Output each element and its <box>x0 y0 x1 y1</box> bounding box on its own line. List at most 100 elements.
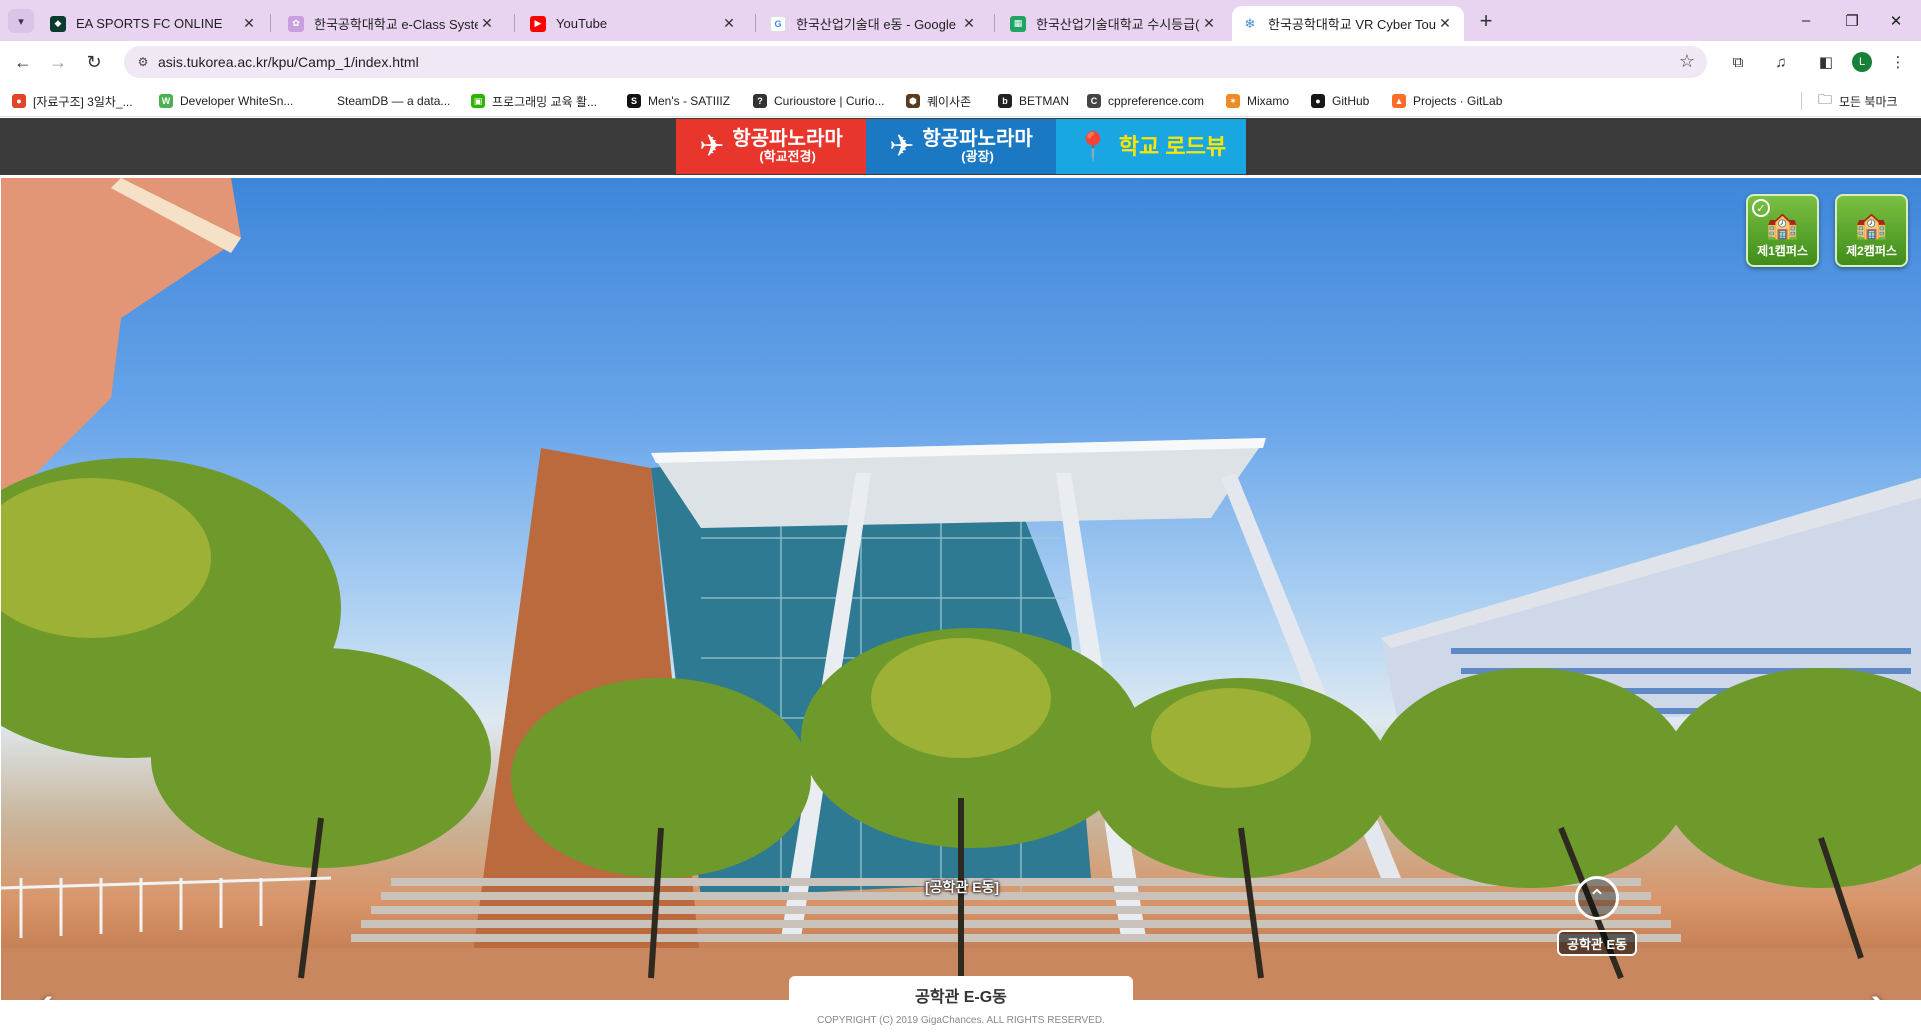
bookmark-favicon-icon: ⬢ <box>906 94 920 108</box>
github-icon: ● <box>1311 94 1325 108</box>
youtube-icon: ▶ <box>530 15 546 32</box>
chevron-left-icon: ‹ <box>36 972 54 1000</box>
menu-sublabel: (광장) <box>961 149 994 165</box>
tab-youtube[interactable]: ▶ YouTube ✕ <box>520 6 748 41</box>
map-pin-icon: 📍 <box>1075 131 1111 162</box>
close-icon[interactable]: ✕ <box>960 15 978 33</box>
tab-title: 한국산업기술대학교 수시등급( <box>1036 17 1200 32</box>
side-panel-icon[interactable]: ◧ <box>1814 50 1838 74</box>
bookmark-label: SteamDB — a data... <box>337 94 451 108</box>
bookmark-item[interactable]: b BETMAN <box>998 92 1069 110</box>
bookmark-item[interactable]: ▲ Projects · GitLab <box>1392 92 1502 110</box>
sheet-icon: ▦ <box>1010 15 1026 32</box>
caption-title: 공학관 E-G동 <box>915 989 1007 1006</box>
tab-title: YouTube <box>556 16 608 31</box>
close-icon[interactable]: ✕ <box>240 15 258 33</box>
star-icon[interactable]: ☆ <box>1679 51 1695 72</box>
bookmark-item[interactable]: Ccppreference.com <box>1087 92 1204 110</box>
plus-icon: + <box>1479 8 1493 33</box>
panorama-viewer[interactable]: ✓ 🏫 제1캠퍼스 🏫 제2캠퍼스 [공학관 E동] ⌃ 공학관 E동 ‹ › … <box>1 178 1921 1000</box>
airplane-icon: ✈ <box>889 130 915 163</box>
bookmark-item[interactable]: ● [자료구조] 3일차_... <box>12 92 133 110</box>
bookmark-favicon-icon: S <box>627 94 641 108</box>
bookmark-item[interactable]: S Men's - SATIIIZ <box>627 92 730 110</box>
bookmark-item[interactable]: ● GitHub <box>1311 92 1369 110</box>
bookmark-favicon-icon: ● <box>12 94 26 108</box>
site-info-icon[interactable]: ⚙ <box>134 53 152 71</box>
page-content: ✈ 항공파노라마 (학교전경) ✈ 항공파노라마 (광장) 📍 학교 로드뷰 ✓… <box>0 118 1921 1033</box>
menu-sublabel: (학교전경) <box>759 149 816 165</box>
menu-icon[interactable]: ⋮ <box>1886 50 1910 74</box>
menu-school-roadview[interactable]: 📍 학교 로드뷰 <box>1056 119 1246 174</box>
bookmark-item[interactable]: W Developer WhiteSn... <box>159 92 293 110</box>
close-icon[interactable]: ✕ <box>1200 15 1218 33</box>
bookmark-label: 퀘이사존 <box>927 94 972 109</box>
tab-eclass[interactable]: ✿ 한국공학대학교 e-Class System ✕ <box>278 6 506 41</box>
check-icon: ✓ <box>1752 199 1770 217</box>
profile-avatar[interactable]: L <box>1852 52 1872 72</box>
building-label: [공학관 E동] <box>925 879 1000 895</box>
all-bookmarks-button[interactable]: 🗀 모든 북마크 <box>1818 91 1898 110</box>
address-bar[interactable]: ⚙ asis.tukorea.ac.kr/kpu/Camp_1/index.ht… <box>124 46 1707 78</box>
tab-title: 한국산업기술대 e동 - Google <box>796 17 956 32</box>
close-icon[interactable]: ✕ <box>720 15 738 33</box>
menu-aerial-panorama-plaza[interactable]: ✈ 항공파노라마 (광장) <box>866 119 1056 174</box>
tab-divider <box>755 14 756 32</box>
campus-2-button[interactable]: 🏫 제2캠퍼스 <box>1835 194 1908 267</box>
bookmark-favicon-icon: ✶ <box>1226 94 1240 108</box>
url-text[interactable]: asis.tukorea.ac.kr/kpu/Camp_1/index.html <box>158 54 419 70</box>
campus-label: 제1캠퍼스 <box>1757 244 1808 258</box>
extensions-icon[interactable]: ⧉ <box>1726 50 1750 74</box>
bookmark-label: Men's - SATIIIZ <box>648 94 731 108</box>
hotspot-button[interactable]: ⌃ <box>1575 876 1619 920</box>
bookmark-label: [자료구조] 3일차_... <box>33 94 133 109</box>
reload-button[interactable]: ↻ <box>80 48 108 76</box>
campus-1-button[interactable]: ✓ 🏫 제1캠퍼스 <box>1746 194 1819 267</box>
bookmark-item[interactable]: ▣ 프로그래밍 교육 활... <box>471 92 597 110</box>
new-tab-button[interactable]: + <box>1472 8 1500 33</box>
next-arrow[interactable]: › <box>1859 973 1899 1000</box>
bookmark-favicon-icon: ▣ <box>471 94 485 108</box>
tab-title: 한국공학대학교 VR Cyber Tour <box>1268 17 1436 32</box>
tab-search-button[interactable]: ▾ <box>8 9 34 33</box>
google-icon: G <box>770 15 786 32</box>
hotspot-label[interactable]: 공학관 E동 <box>1557 930 1638 956</box>
chevron-down-icon: ▾ <box>18 15 24 28</box>
school-building-icon: 🏫 <box>1766 210 1799 240</box>
shield-icon: ◆ <box>50 15 66 32</box>
bookmark-favicon-icon: C <box>1087 94 1101 108</box>
forward-button[interactable]: → <box>44 48 72 76</box>
flower-icon: ✿ <box>288 15 304 32</box>
snowflake-icon: ❄ <box>1242 15 1258 32</box>
bookmark-item[interactable]: SteamDB — a data... <box>316 92 450 110</box>
bookmark-label: BETMAN <box>1019 94 1070 108</box>
prev-arrow[interactable]: ‹ <box>25 973 65 1000</box>
close-icon[interactable]: ✕ <box>478 15 496 33</box>
tab-sheet[interactable]: ▦ 한국산업기술대학교 수시등급( ✕ <box>1000 6 1228 41</box>
tab-divider <box>270 14 271 32</box>
tab-divider <box>994 14 995 32</box>
bookmarks-bar: ● [자료구조] 3일차_... W Developer WhiteSn... St… <box>0 83 1921 117</box>
tab-google[interactable]: G 한국산업기술대 e동 - Google ✕ <box>760 6 988 41</box>
bookmark-label: 프로그래밍 교육 활... <box>492 94 597 109</box>
reload-icon: ↻ <box>86 51 102 72</box>
back-button[interactable]: ← <box>9 48 37 76</box>
media-control-icon[interactable]: ♫ <box>1769 50 1793 74</box>
campus-label: 제2캠퍼스 <box>1846 244 1897 258</box>
bookmark-label: Curioustore | Curio... <box>774 94 885 108</box>
close-icon[interactable]: ✕ <box>1436 15 1454 33</box>
tab-ea-sports[interactable]: ◆ EA SPORTS FC ONLINE ✕ <box>40 6 268 41</box>
bookmark-item[interactable]: ? Curioustore | Curio... <box>753 92 885 110</box>
menu-aerial-panorama-campus[interactable]: ✈ 항공파노라마 (학교전경) <box>676 119 866 174</box>
minimize-icon: – <box>1801 12 1811 29</box>
bookmark-favicon-icon: b <box>998 94 1012 108</box>
bookmark-item[interactable]: ⬢ 퀘이사존 <box>906 92 971 110</box>
browser-toolbar: ← → ↻ ⚙ asis.tukorea.ac.kr/kpu/Camp_1/in… <box>0 41 1921 83</box>
bookmark-favicon-icon: ? <box>753 94 767 108</box>
gitlab-icon: ▲ <box>1392 94 1406 108</box>
close-window-button[interactable]: ✕ <box>1866 0 1921 41</box>
tab-vr-cyber-tour[interactable]: ❄ 한국공학대학교 VR Cyber Tour ✕ <box>1232 6 1464 41</box>
airplane-icon: ✈ <box>699 130 725 163</box>
menu-label: 항공파노라마 <box>922 128 1033 151</box>
bookmark-item[interactable]: ✶ Mixamo <box>1226 92 1289 110</box>
